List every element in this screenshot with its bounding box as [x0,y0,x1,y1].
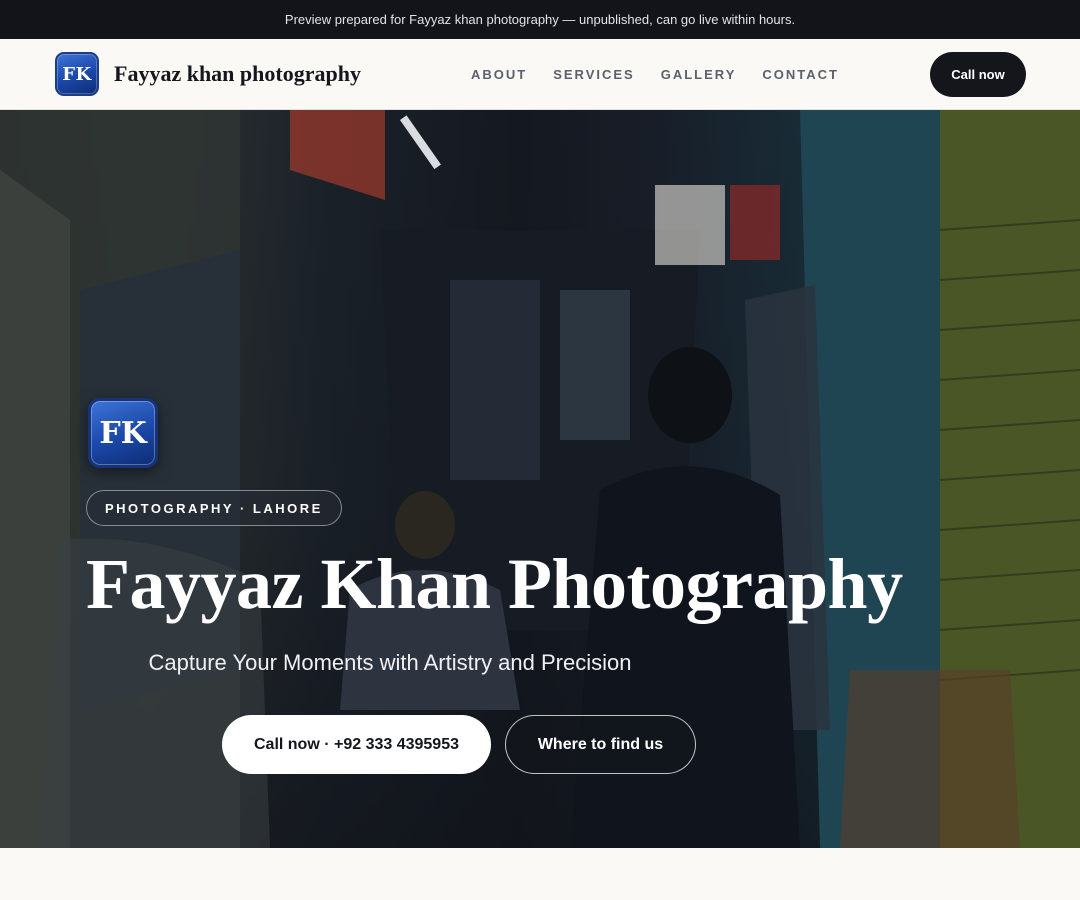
hero-section: FK PHOTOGRAPHY · LAHORE Fayyaz Khan Phot… [0,110,1080,848]
nav-gallery[interactable]: GALLERY [661,67,737,82]
nav-contact[interactable]: CONTACT [762,67,839,82]
hero-title: Fayyaz Khan Photography [86,544,903,624]
nav-about[interactable]: ABOUT [471,67,527,82]
brand-name[interactable]: Fayyaz khan photography [114,61,361,87]
hero-logo-icon: FK [88,398,158,468]
call-phone-button[interactable]: Call now · +92 333 4395953 [222,715,491,774]
hero-subtitle: Capture Your Moments with Artistry and P… [148,650,632,675]
find-us-button[interactable]: Where to find us [505,715,696,774]
main-nav: ABOUT SERVICES GALLERY CONTACT [471,39,865,109]
nav-services[interactable]: SERVICES [553,67,635,82]
site-header: FK Fayyaz khan photography ABOUT SERVICE… [0,39,1080,110]
announcement-text: Preview prepared for Fayyaz khan photogr… [284,12,796,27]
announcement-bar: Preview prepared for Fayyaz khan photogr… [0,0,1080,39]
call-now-button[interactable]: Call now [930,51,1026,97]
logo-icon[interactable]: FK [55,52,99,96]
location-tag: PHOTOGRAPHY · LAHORE [86,490,342,526]
